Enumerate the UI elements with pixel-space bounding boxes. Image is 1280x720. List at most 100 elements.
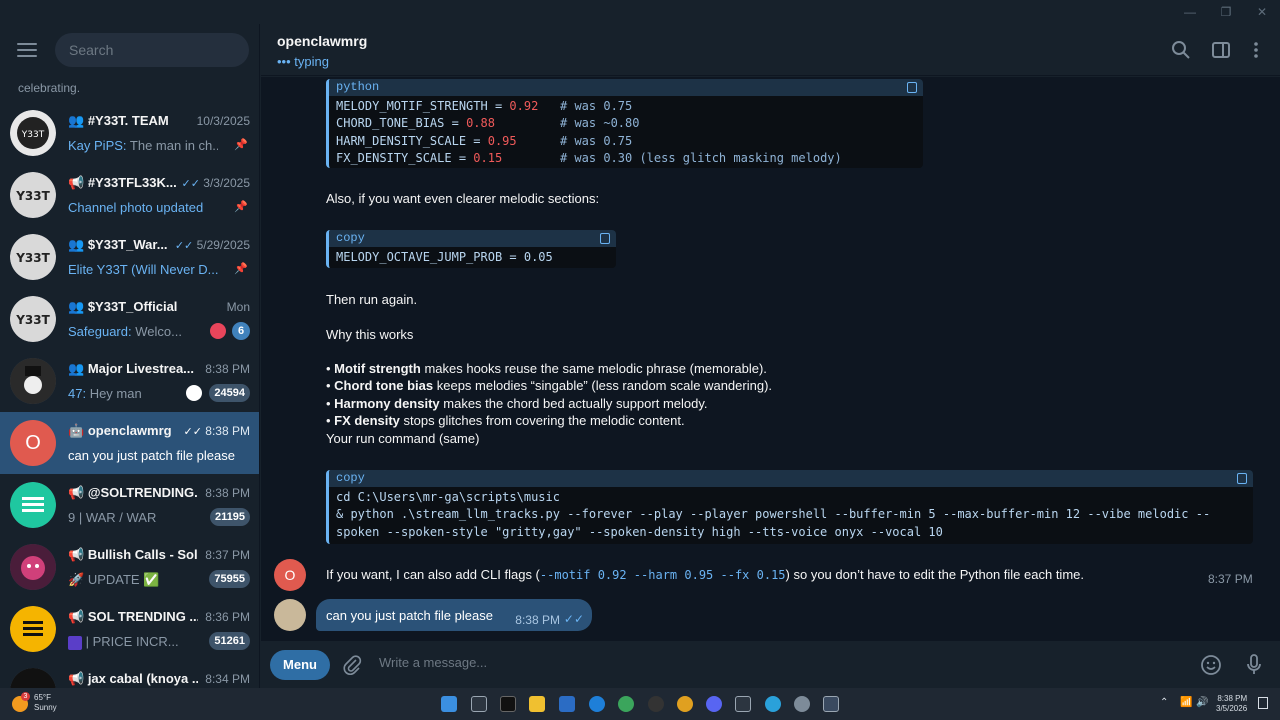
- chat-avatar: [10, 668, 56, 688]
- notification-icon[interactable]: [1258, 697, 1268, 709]
- svg-text:Y33T: Y33T: [15, 189, 50, 203]
- heart-reaction-icon: [186, 385, 202, 401]
- discord-icon[interactable]: [706, 696, 722, 712]
- message-text: Why this works: [326, 327, 414, 342]
- read-ticks-icon: ✓✓: [183, 426, 202, 438]
- partial-chat-preview: celebrating.: [18, 81, 81, 95]
- unread-badge: 21195: [210, 508, 250, 526]
- search-icon[interactable]: [1171, 40, 1191, 60]
- settings-icon[interactable]: [794, 696, 810, 712]
- volume-icon[interactable]: 🔊: [1196, 697, 1208, 708]
- chat-item-y33tfl33k[interactable]: Y33T 📢 #Y33TFL33K... ✓✓ 3/3/2025 Channel…: [0, 164, 259, 226]
- chat-time: 8:36 PM: [205, 610, 250, 624]
- chat-avatar: [10, 482, 56, 528]
- copy-icon[interactable]: [600, 233, 610, 244]
- chat-item-y33t-war[interactable]: Y33T 👥 $Y33T_War... ✓✓ 5/29/2025 Elite Y…: [0, 226, 259, 288]
- telegram-icon[interactable]: [765, 696, 781, 712]
- zoom-icon[interactable]: [589, 696, 605, 712]
- message-text: can you just patch file please: [326, 608, 493, 623]
- chat-preview: 🚀 UPDATE ✅: [68, 572, 160, 587]
- code-block-python: python MELODY_MOTIF_STRENGTH = 0.92 # wa…: [326, 79, 923, 168]
- chat-item-y33t-official[interactable]: Y33T 👥 $Y33T_Official Mon Safeguard: Wel…: [0, 288, 259, 350]
- terminal-icon[interactable]: [500, 696, 516, 712]
- start-icon[interactable]: [441, 696, 457, 712]
- chat-avatar: O: [10, 420, 56, 466]
- chat-title: 👥 #Y33T. TEAM: [68, 113, 169, 128]
- minimize-icon[interactable]: —: [1182, 4, 1198, 20]
- chat-item-soltrending[interactable]: 📢 @SOLTRENDING... 8:38 PM 9 | WAR / WAR …: [0, 474, 259, 536]
- chat-title: 🤖 openclawmrg: [68, 423, 172, 438]
- microphone-icon[interactable]: [1246, 653, 1262, 677]
- chat-avatar: [10, 358, 56, 404]
- weather-widget[interactable]: 65°F Sunny: [34, 693, 57, 713]
- message-time: 8:37 PM: [1208, 572, 1253, 586]
- window-titlebar: — ❐ ✕: [0, 0, 1280, 24]
- chat-preview: Kay PiPS: The man in ch...: [68, 138, 218, 153]
- menu-icon[interactable]: [17, 43, 37, 57]
- chat-avatar: Y33T: [10, 172, 56, 218]
- app-icon[interactable]: [823, 696, 839, 712]
- read-ticks-icon: ✓✓: [174, 240, 194, 252]
- chat-preview: 9 | WAR / WAR: [68, 510, 157, 525]
- bot-menu-button[interactable]: Menu: [270, 650, 330, 680]
- emoji-icon[interactable]: [1200, 654, 1222, 676]
- message-text: If you want, I can also add CLI flags (-…: [326, 567, 1084, 582]
- bullet-item: • FX density stops glitches from coverin…: [326, 413, 685, 428]
- unread-badge: 24594: [209, 384, 250, 402]
- chrome-icon[interactable]: [618, 696, 634, 712]
- copy-icon[interactable]: [1237, 473, 1247, 484]
- chat-item-y33t-team[interactable]: Y33T 👥 #Y33T. TEAM 10/3/2025 Kay PiPS: T…: [0, 102, 259, 164]
- read-ticks-icon: ✓✓: [181, 178, 200, 190]
- app-icon[interactable]: [648, 696, 664, 712]
- code-block-command: copy cd C:\Users\mr-ga\scripts\music & p…: [326, 470, 1253, 544]
- chat-title: 📢 #Y33TFL33K...: [68, 175, 177, 190]
- chat-item-bullish-calls[interactable]: 📢 Bullish Calls - Sol... 8:37 PM 🚀 UPDAT…: [0, 536, 259, 598]
- message-text: Then run again.: [326, 292, 418, 307]
- user-avatar[interactable]: [274, 599, 306, 631]
- code-content: cd C:\Users\mr-ga\scripts\music & python…: [336, 490, 1211, 539]
- code-content: MELODY_MOTIF_STRENGTH = 0.92 # was 0.75 …: [336, 99, 842, 166]
- system-clock[interactable]: 8:38 PM 3/5/2026: [1216, 694, 1247, 714]
- chat-sidebar: Search celebrating. Y33T 👥 #Y33T. TEAM 1…: [0, 24, 260, 688]
- chat-item-sol-trending[interactable]: 📢 SOL TRENDING ... 8:36 PM | PRICE INCR.…: [0, 598, 259, 660]
- pin-icon: 📌: [234, 139, 248, 151]
- close-icon[interactable]: ✕: [1254, 4, 1270, 20]
- chat-time: 10/3/2025: [196, 114, 250, 128]
- chrome-icon[interactable]: [677, 696, 693, 712]
- task-view-icon[interactable]: [471, 696, 487, 712]
- chat-title: 📢 @SOLTRENDING...: [68, 485, 198, 500]
- unread-badge: 6: [232, 322, 250, 340]
- app-icon[interactable]: [559, 696, 575, 712]
- windows-taskbar: 3 65°F Sunny ⌃ 📶 🔊 8:38 PM 3/5/2026: [0, 688, 1280, 720]
- unread-badge: 75955: [209, 570, 250, 588]
- sidebar-toggle-icon[interactable]: [1211, 40, 1231, 60]
- outgoing-message: can you just patch file please 8:38 PM ✓…: [316, 599, 592, 631]
- chat-preview: can you just patch file please: [68, 448, 235, 463]
- chat-header-title[interactable]: openclawmrg: [277, 33, 367, 49]
- chat-item-openclawmrg[interactable]: O 🤖 openclawmrg ✓✓ 8:38 PM can you just …: [0, 412, 259, 474]
- chat-item-major-livestream[interactable]: 👥 Major Livestrea... 8:38 PM 47: Hey man…: [0, 350, 259, 412]
- chat-avatar: [10, 544, 56, 590]
- chat-item-jax-cabal[interactable]: 📢 jax cabal (knoya ... 8:34 PM: [0, 660, 259, 688]
- chat-header: openclawmrg ••• typing: [261, 24, 1280, 76]
- tray-chevron-icon[interactable]: ⌃: [1160, 697, 1168, 708]
- sender-avatar[interactable]: O: [274, 559, 306, 591]
- maximize-icon[interactable]: ❐: [1218, 4, 1234, 20]
- chat-time: Mon: [226, 300, 250, 314]
- more-options-icon[interactable]: [1246, 40, 1266, 60]
- attach-icon[interactable]: [342, 654, 362, 676]
- svg-text:Y33T: Y33T: [15, 251, 50, 265]
- message-input[interactable]: Write a message...: [379, 655, 487, 670]
- code-content: MELODY_OCTAVE_JUMP_PROB = 0.05: [336, 250, 553, 264]
- code-language-label: python: [329, 79, 923, 96]
- wifi-icon[interactable]: 📶: [1180, 697, 1192, 708]
- chat-avatar: Y33T: [10, 110, 56, 156]
- bullet-item: • Harmony density makes the chord bed ac…: [326, 396, 708, 411]
- app-icon[interactable]: [735, 696, 751, 712]
- search-input[interactable]: Search: [55, 33, 249, 67]
- file-explorer-icon[interactable]: [529, 696, 545, 712]
- copy-icon[interactable]: [907, 82, 917, 93]
- chat-time: ✓✓ 8:38 PM: [183, 424, 250, 438]
- chat-time: 8:38 PM: [205, 486, 250, 500]
- chat-preview: Safeguard: Welco...: [68, 324, 182, 339]
